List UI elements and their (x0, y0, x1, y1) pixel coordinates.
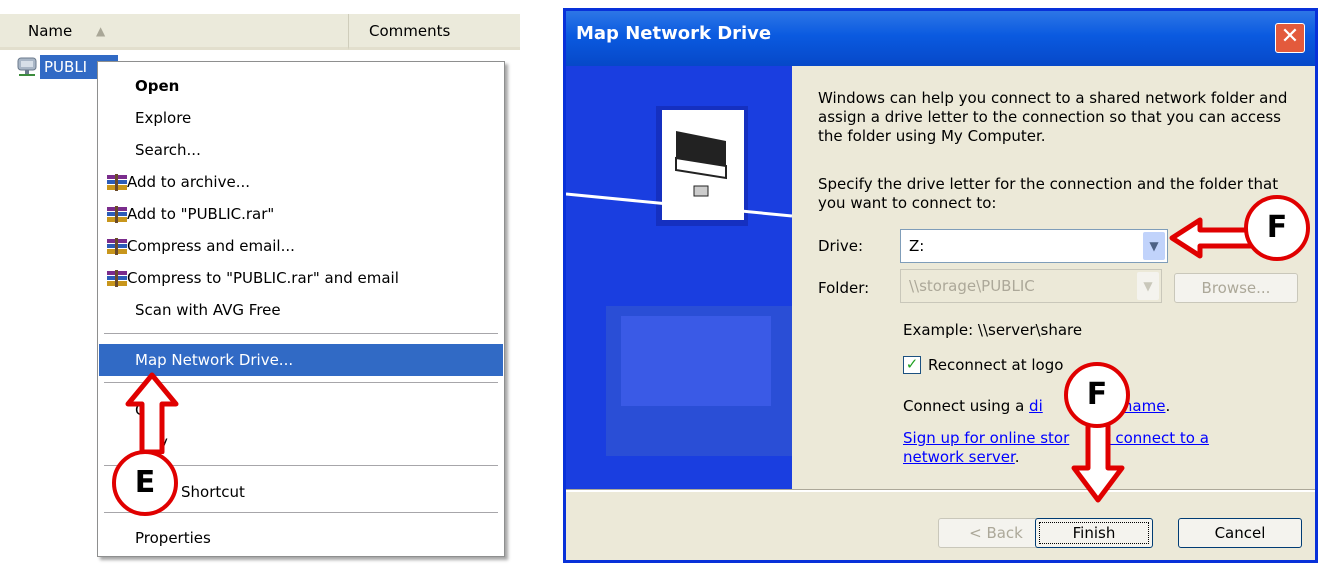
chevron-down-icon[interactable]: ▼ (1137, 272, 1159, 300)
footer-divider (566, 489, 1315, 492)
signup-suffix: . (1014, 448, 1020, 466)
menu-item-compress-to-rar-and-email[interactable]: Compress to "PUBLIC.rar" and email (99, 262, 503, 294)
example-text: Example: \\server\share (903, 321, 1083, 339)
connect-prefix: Connect using a (903, 397, 1030, 415)
menu-separator (104, 333, 498, 334)
drive-label: Drive: (818, 237, 864, 255)
annotation-arrow-down (1071, 419, 1125, 503)
menu-item-properties[interactable]: Properties (99, 522, 503, 554)
menu-item-search[interactable]: Search... (99, 134, 503, 166)
menu-item-label: Open (135, 77, 180, 95)
winrar-icon (107, 206, 127, 223)
network-server-link[interactable]: network server (903, 448, 1015, 466)
reconnect-label: Reconnect at logo (928, 356, 1064, 374)
annotation-callout-f-finish: F (1064, 362, 1130, 428)
menu-item-add-to-archive[interactable]: Add to archive... (99, 166, 503, 198)
menu-item-label: Compress and email... (127, 237, 295, 255)
signup-link[interactable]: Sign up for online stor (903, 429, 1069, 447)
finish-button[interactable]: Finish (1035, 518, 1153, 548)
network-drive-illustration (566, 106, 792, 456)
folder-select[interactable]: \\storage\PUBLIC ▼ (900, 269, 1162, 303)
winrar-icon (107, 270, 127, 287)
specify-text: Specify the drive letter for the connect… (818, 175, 1279, 212)
menu-item-label: Compress to "PUBLIC.rar" and email (127, 269, 399, 287)
menu-separator (104, 512, 498, 513)
close-icon[interactable]: ✕ (1275, 23, 1305, 53)
explorer-pane: Name ▲ Comments PUBLI Open Explore Searc… (0, 0, 520, 565)
column-header-name[interactable]: Name ▲ (0, 14, 348, 50)
menu-item-label: e Shortcut (167, 483, 245, 501)
chevron-down-icon[interactable]: ▼ (1143, 232, 1165, 260)
winrar-icon (107, 238, 127, 255)
drive-select[interactable]: Z: ▼ (900, 229, 1168, 263)
reconnect-checkbox[interactable]: ✓ (903, 356, 921, 374)
browse-button[interactable]: Browse... (1174, 273, 1298, 303)
menu-item-compress-and-email[interactable]: Compress and email... (99, 230, 503, 262)
column-name-label: Name (28, 22, 73, 40)
menu-item-label: Add to "PUBLIC.rar" (127, 205, 275, 223)
cancel-button[interactable]: Cancel (1178, 518, 1302, 548)
drive-select-value: Z: (909, 237, 925, 255)
menu-item-explore[interactable]: Explore (99, 102, 503, 134)
column-header-comments[interactable]: Comments (348, 14, 520, 50)
title-bar[interactable]: Map Network Drive ✕ (566, 11, 1315, 66)
menu-item-label: Add to archive... (127, 173, 250, 191)
winrar-icon (107, 174, 127, 191)
folder-select-value: \\storage\PUBLIC (909, 277, 1035, 295)
column-comments-label: Comments (369, 22, 451, 40)
wizard-banner (566, 66, 792, 498)
menu-item-add-to-public-rar[interactable]: Add to "PUBLIC.rar" (99, 198, 503, 230)
menu-item-open[interactable]: Open (99, 70, 503, 102)
annotation-arrow-up (125, 372, 179, 454)
connect-suffix: . (1165, 397, 1171, 415)
different-user-link[interactable]: di (1029, 397, 1043, 415)
dialog-title: Map Network Drive (576, 23, 772, 44)
folder-label: Folder: (818, 279, 870, 297)
map-network-drive-dialog: Map Network Drive ✕ Windows can help you… (563, 8, 1318, 563)
sort-ascending-icon: ▲ (96, 24, 106, 38)
annotation-callout-f-drive: F (1244, 195, 1310, 261)
menu-item-label: Scan with AVG Free (135, 301, 281, 319)
menu-item-label: Search... (135, 141, 201, 159)
connect-different-user-line: Connect using a di er name. (903, 397, 1170, 415)
network-share-icon[interactable] (16, 54, 40, 78)
intro-text: Windows can help you connect to a shared… (818, 89, 1288, 145)
menu-item-scan-avg[interactable]: Scan with AVG Free (99, 294, 503, 326)
menu-item-label: Properties (135, 529, 211, 547)
menu-item-label: Explore (135, 109, 192, 127)
annotation-callout-e: E (112, 450, 178, 516)
